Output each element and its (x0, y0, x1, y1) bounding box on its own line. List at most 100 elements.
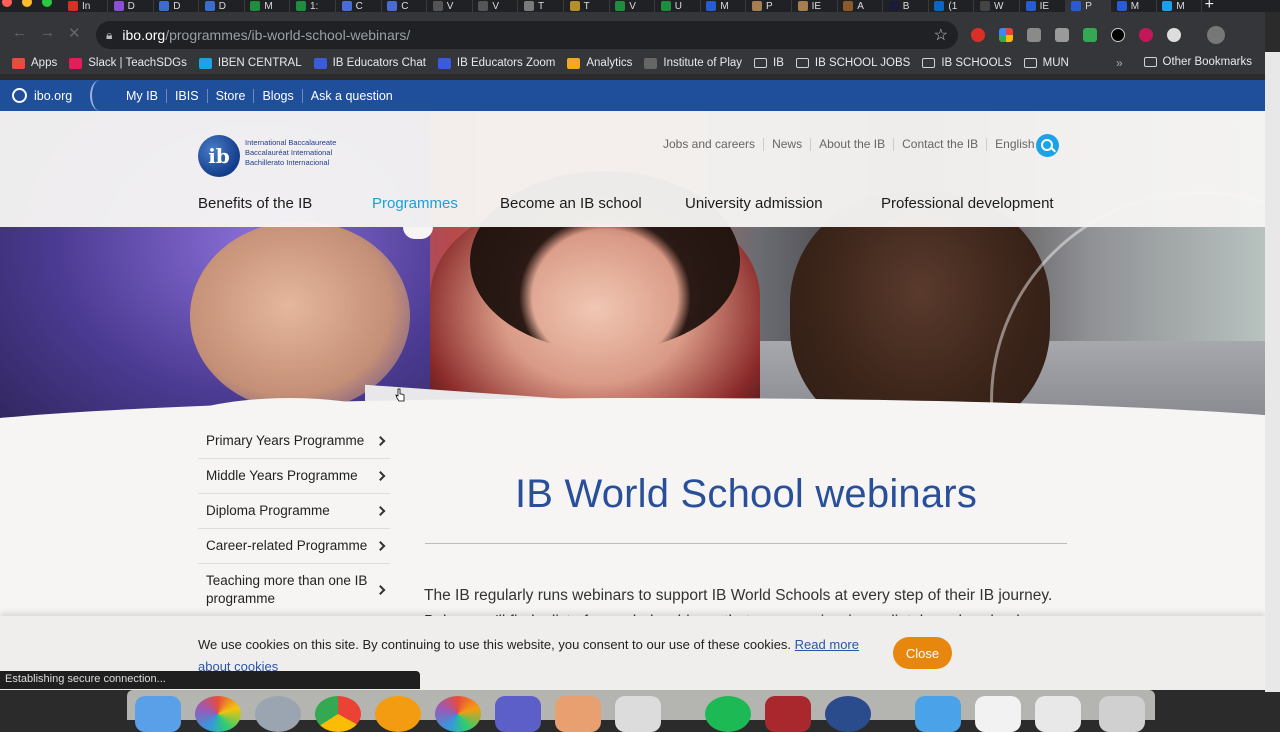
browser-tab[interactable]: C (336, 0, 382, 12)
sidebar-item-multiple-programmes[interactable]: Teaching more than one IB programme (198, 564, 390, 617)
nav-professional-development[interactable]: Professional development (881, 195, 1054, 212)
browser-tab[interactable]: B (883, 0, 929, 12)
window-close-icon[interactable] (2, 0, 12, 7)
quicktime-icon[interactable] (825, 696, 871, 732)
ib-logo-text[interactable]: International Baccalaureate Baccalauréat… (245, 138, 336, 168)
bookmark-item[interactable]: MUN (1023, 57, 1069, 69)
site-bar-link[interactable]: Ask a question (301, 88, 401, 103)
window-zoom-icon[interactable] (42, 0, 52, 7)
browser-tab[interactable]: (1 (928, 0, 975, 12)
site-bar-link[interactable]: My IB (118, 89, 166, 103)
browser-tab[interactable]: D (108, 0, 154, 12)
back-icon[interactable]: ← (12, 24, 27, 41)
browser-tab[interactable]: In (62, 0, 108, 12)
extension-pocket-icon[interactable] (1139, 28, 1153, 42)
site-bar-link[interactable]: IBIS (165, 88, 207, 103)
address-bar[interactable]: 🔒︎ ibo.org/programmes/ib-world-school-we… (96, 21, 958, 49)
tab-label: V (492, 0, 500, 12)
photo-booth-icon[interactable] (765, 696, 811, 732)
browser-tab[interactable]: P (746, 0, 792, 12)
bookmark-item[interactable]: IBEN CENTRAL (198, 57, 302, 69)
profile-avatar[interactable] (1207, 26, 1225, 44)
browser-tab[interactable]: V (427, 0, 473, 12)
browser-tab[interactable]: D (199, 0, 245, 12)
bookmark-star-icon[interactable]: ☆ (934, 25, 948, 45)
photos-icon[interactable] (435, 696, 481, 732)
extension-mail-icon[interactable] (1055, 28, 1069, 42)
spotify-icon[interactable] (705, 696, 751, 732)
browser-tab[interactable]: M (700, 0, 747, 12)
bookmark-item[interactable]: IB Educators Zoom (437, 57, 555, 69)
nav-become-school[interactable]: Become an IB school (500, 195, 642, 212)
browser-tab[interactable]: 1: (290, 0, 336, 12)
site-bar-link[interactable]: Store (206, 88, 254, 103)
document-stack-icon[interactable] (975, 696, 1021, 732)
trash-icon[interactable] (1099, 696, 1145, 732)
extension-calendar-icon[interactable] (1027, 28, 1041, 42)
browser-tab[interactable]: A (837, 0, 884, 12)
browser-tab[interactable]: IE (1020, 0, 1066, 12)
extension-ublock-icon[interactable] (971, 28, 985, 42)
new-tab-button[interactable]: + (1205, 0, 1214, 12)
bookmark-item[interactable]: Apps (12, 57, 57, 69)
sidebar-item-cp[interactable]: Career-related Programme (198, 529, 390, 564)
window-minimize-icon[interactable] (22, 0, 32, 7)
browser-tab[interactable]: V (609, 0, 656, 12)
other-bookmarks-folder[interactable]: Other Bookmarks (1143, 56, 1252, 68)
extension-pinwheel-icon[interactable] (999, 28, 1013, 42)
bookmark-item[interactable]: Institute of Play (644, 57, 742, 69)
site-bar-link[interactable]: Blogs (253, 88, 301, 103)
stop-loading-icon[interactable]: ✕ (68, 24, 81, 42)
browser-tab[interactable]: P (1065, 0, 1112, 12)
browser-tab[interactable]: M (1156, 0, 1203, 12)
tab-label: (1 (948, 0, 958, 12)
extension-circle-icon[interactable] (1167, 28, 1181, 42)
utility-link[interactable]: News (763, 138, 810, 151)
nav-university-admission[interactable]: University admission (685, 195, 823, 212)
sidebar-item-myp[interactable]: Middle Years Programme (198, 459, 390, 494)
utility-link[interactable]: Contact the IB (893, 138, 986, 151)
browser-tab[interactable]: W (974, 0, 1020, 12)
browser-tab[interactable]: V (472, 0, 519, 12)
utility-link[interactable]: About the IB (810, 138, 893, 151)
bookmark-item[interactable]: IB Educators Chat (313, 57, 426, 69)
nav-benefits[interactable]: Benefits of the IB (198, 195, 312, 212)
bookmark-item[interactable]: IB SCHOOL JOBS (795, 57, 910, 69)
tab-label: T (538, 0, 545, 12)
chrome-icon[interactable] (315, 696, 361, 732)
spiral-app-icon[interactable] (615, 696, 661, 732)
browser-tab[interactable]: T (564, 0, 610, 12)
bookmark-item[interactable]: IB (754, 57, 784, 69)
launchpad-icon[interactable] (255, 696, 301, 732)
extension-sheets-icon[interactable] (1083, 28, 1097, 42)
fiverr-icon[interactable] (555, 696, 601, 732)
search-icon[interactable] (1036, 134, 1059, 157)
browser-tab[interactable]: M (1111, 0, 1157, 12)
browser-tab[interactable]: IE (792, 0, 838, 12)
browser-tab[interactable]: U (655, 0, 701, 12)
teams-icon[interactable] (495, 696, 541, 732)
color-wheel-app-icon[interactable] (195, 696, 241, 732)
window-scrollbar[interactable] (1265, 52, 1280, 692)
utility-link[interactable]: Jobs and careers (663, 138, 763, 151)
forward-icon[interactable]: → (40, 24, 55, 41)
more-bookmarks-chevron-icon[interactable]: » (1116, 56, 1123, 70)
browser-tab[interactable]: C (381, 0, 428, 12)
finder-icon[interactable] (135, 696, 181, 732)
cookie-close-button[interactable]: Close (893, 637, 952, 669)
screenshot-stack-icon[interactable] (1035, 696, 1081, 732)
ib-logo-icon[interactable]: ib (198, 135, 240, 177)
sidebar-item-pyp[interactable]: Primary Years Programme (198, 424, 390, 459)
downloads-folder-icon[interactable] (915, 696, 961, 732)
browser-tab[interactable]: D (153, 0, 200, 12)
extension-1password-icon[interactable] (1111, 28, 1125, 42)
browser-tab[interactable]: M (244, 0, 291, 12)
nav-programmes[interactable]: Programmes (372, 195, 458, 212)
bookmark-item[interactable]: Slack | TeachSDGs (69, 57, 187, 69)
books-icon[interactable] (375, 696, 421, 732)
bookmark-item[interactable]: IB SCHOOLS (922, 57, 1012, 69)
tab-label: C (401, 0, 409, 12)
bookmark-item[interactable]: Analytics (567, 57, 632, 69)
browser-tab[interactable]: T (518, 0, 564, 12)
sidebar-item-dp[interactable]: Diploma Programme (198, 494, 390, 529)
